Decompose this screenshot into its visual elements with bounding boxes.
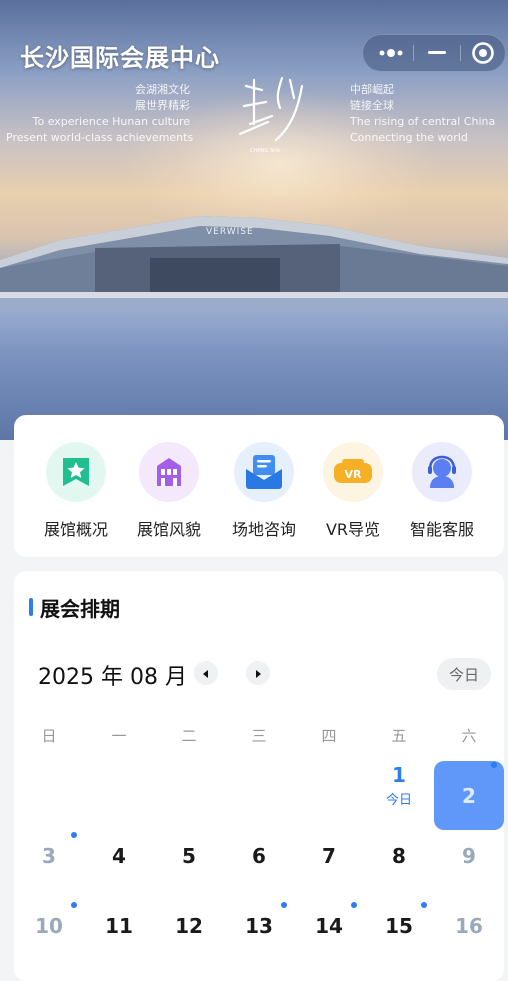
- calendar-day[interactable]: 8: [379, 844, 419, 868]
- slogan-line: 链接全球: [350, 99, 394, 112]
- weekday-label: 三: [251, 727, 267, 745]
- quick-item-label: 智能客服: [409, 520, 474, 539]
- section-accent-bar: [29, 598, 33, 616]
- minimize-icon[interactable]: [415, 35, 459, 71]
- mini-program-capsule: [362, 34, 506, 72]
- target-close-icon[interactable]: [461, 35, 505, 71]
- quick-item-overview[interactable]: 展馆概况: [32, 442, 120, 540]
- slogan-line: To experience Hunan culture: [32, 115, 190, 128]
- calendar-day[interactable]: 5: [169, 844, 209, 868]
- day-number: 8: [392, 844, 406, 868]
- slogan-left: 会湖湘文化 展世界精彩 To experience Hunan culture …: [6, 82, 194, 146]
- weekday-label: 二: [181, 727, 197, 745]
- slogan-line: 展世界精彩: [135, 99, 190, 112]
- slogan-line: The rising of central China: [350, 115, 496, 128]
- weekday-label: 一: [111, 727, 127, 745]
- slogan-line: 中部崛起: [350, 83, 394, 96]
- quick-item-customer-service[interactable]: 智能客服: [398, 442, 486, 540]
- event-dot: [71, 902, 77, 908]
- quick-menu-card: 展馆概况 展馆风貌 场地咨询 VR VR导览 智能客服: [14, 415, 504, 557]
- day-number: 3: [42, 844, 56, 868]
- quick-item-label: 展馆风貌: [136, 520, 201, 539]
- capsule-divider: [413, 45, 414, 61]
- quick-item-venue-consult[interactable]: 场地咨询: [220, 442, 308, 540]
- day-number: 1: [392, 763, 406, 787]
- day-number: 14: [315, 914, 343, 938]
- day-number: 12: [175, 914, 203, 938]
- calligraphy-caption: CHANG SHA: [250, 148, 281, 154]
- slogan-line: Connecting the world: [350, 131, 468, 144]
- day-number: 6: [252, 844, 266, 868]
- svg-text:VR: VR: [345, 468, 363, 481]
- weekday-label: 五: [391, 727, 407, 745]
- calendar-day[interactable]: 1 今日: [379, 763, 419, 808]
- next-month-button[interactable]: [246, 661, 270, 685]
- calendar-day[interactable]: 4: [99, 844, 139, 868]
- triangle-right-icon: [253, 664, 263, 683]
- changsha-calligraphy-logo: CHANG SHA: [238, 76, 304, 154]
- event-dot: [351, 902, 357, 908]
- triangle-left-icon: [201, 664, 211, 683]
- day-number: 9: [462, 844, 476, 868]
- weekday-label: 四: [321, 727, 337, 745]
- slogan-line: Present world-class achievements: [6, 131, 194, 144]
- calendar-day[interactable]: 9: [449, 844, 489, 868]
- quick-item-venue-style[interactable]: 展馆风貌: [125, 442, 213, 540]
- hero-banner: VERWISE 长沙国际会展中心 会湖湘文化 展世界精彩 To experien…: [0, 0, 508, 440]
- day-number: 7: [322, 844, 336, 868]
- calendar-day[interactable]: 3: [29, 844, 69, 868]
- calendar-day[interactable]: 14: [309, 914, 349, 938]
- today-label: 今日: [385, 793, 412, 808]
- day-number: 15: [385, 914, 413, 938]
- day-number: 4: [112, 844, 126, 868]
- quick-item-label: 展馆概况: [43, 520, 108, 539]
- prev-month-button[interactable]: [194, 661, 218, 685]
- event-dot: [491, 762, 497, 768]
- calendar-day[interactable]: 10: [29, 914, 69, 938]
- day-number: 13: [245, 914, 273, 938]
- day-number: 5: [182, 844, 196, 868]
- slogan-line: 会湖湘文化: [135, 83, 190, 96]
- app-title: 长沙国际会展中心: [20, 43, 220, 72]
- more-dots-icon[interactable]: [369, 35, 413, 71]
- day-number: 10: [35, 914, 63, 938]
- today-button[interactable]: 今日: [437, 658, 491, 690]
- building-sign: VERWISE: [206, 227, 254, 237]
- calendar-day[interactable]: 6: [239, 844, 279, 868]
- event-dot: [71, 832, 77, 838]
- quick-item-vr-tour[interactable]: VR VR导览: [309, 442, 397, 540]
- weekday-label: 日: [41, 727, 57, 745]
- convention-center-building-image: [0, 216, 508, 310]
- calendar-day[interactable]: 13: [239, 914, 279, 938]
- envelope-icon: [234, 442, 294, 502]
- star-badge-icon: [46, 442, 106, 502]
- calendar-day[interactable]: 16: [449, 914, 489, 938]
- event-dot: [421, 902, 427, 908]
- section-title: 展会排期: [40, 597, 120, 621]
- quick-item-label: 场地咨询: [231, 520, 296, 539]
- calendar-day[interactable]: 15: [379, 914, 419, 938]
- weekday-label: 六: [461, 727, 477, 745]
- selected-day-number: 2: [462, 783, 476, 808]
- calendar-day[interactable]: 11: [99, 914, 139, 938]
- vr-headset-icon: VR: [323, 442, 383, 502]
- customer-service-icon: [412, 442, 472, 502]
- selected-day-highlight[interactable]: 2: [434, 761, 504, 830]
- exhibition-schedule-card: 展会排期 2025 年 08 月 今日 日 一 二 三 四 五 六 2 1 今日 3 4 5 6 7 8 9…: [14, 571, 504, 981]
- calendar-day[interactable]: 7: [309, 844, 349, 868]
- event-dot: [281, 902, 287, 908]
- day-number: 11: [105, 914, 133, 938]
- calendar-day[interactable]: 12: [169, 914, 209, 938]
- slogan-right: 中部崛起 链接全球 The rising of central China Co…: [350, 82, 508, 146]
- day-number: 16: [455, 914, 483, 938]
- building-icon: [139, 442, 199, 502]
- month-label: 2025 年 08 月: [38, 665, 187, 690]
- quick-item-label: VR导览: [325, 520, 381, 539]
